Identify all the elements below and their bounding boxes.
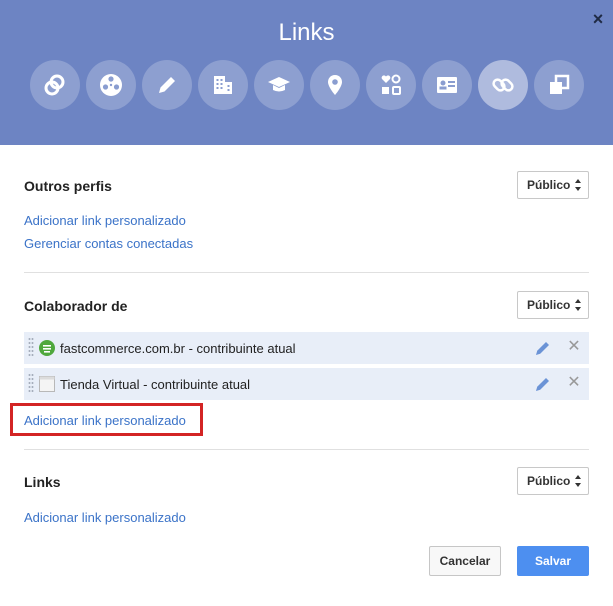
section-title-contributor: Colaborador de	[24, 298, 128, 314]
contributor-row[interactable]: fastcommerce.com.br - contribuinte atual…	[24, 332, 589, 364]
divider	[24, 272, 589, 273]
film-reel-icon[interactable]	[86, 60, 136, 110]
edit-pencil-icon[interactable]	[534, 339, 552, 357]
map-pin-icon[interactable]	[310, 60, 360, 110]
fastcommerce-favicon-icon	[39, 340, 55, 356]
visibility-value: Público	[527, 474, 571, 488]
visibility-value: Público	[527, 298, 571, 312]
drag-handle-icon[interactable]	[28, 337, 34, 359]
visibility-value: Público	[527, 178, 571, 192]
section-title-other-profiles: Outros perfis	[24, 178, 112, 194]
overlapping-squares-icon[interactable]	[534, 60, 584, 110]
dialog-header: Links ×	[0, 0, 613, 145]
divider	[24, 449, 589, 450]
contributor-row[interactable]: Tienda Virtual - contribuinte atual ✕	[24, 368, 589, 400]
select-arrows-icon	[575, 179, 581, 191]
add-custom-link-other-profiles[interactable]: Adicionar link personalizado	[24, 213, 186, 228]
add-custom-link-links[interactable]: Adicionar link personalizado	[24, 510, 186, 525]
relationship-icon[interactable]	[366, 60, 416, 110]
circles-icon[interactable]	[30, 60, 80, 110]
pencil-icon[interactable]	[142, 60, 192, 110]
highlight-annotation	[10, 403, 203, 436]
section-title-links: Links	[24, 474, 61, 490]
page-favicon-icon	[39, 376, 55, 392]
manage-connected-accounts-link[interactable]: Gerenciar contas conectadas	[24, 236, 193, 251]
graduation-cap-icon[interactable]	[254, 60, 304, 110]
link-chain-icon[interactable]	[478, 60, 528, 110]
select-arrows-icon	[575, 299, 581, 311]
building-icon[interactable]	[198, 60, 248, 110]
contributor-label: fastcommerce.com.br - contribuinte atual	[60, 341, 296, 356]
remove-icon[interactable]: ✕	[565, 374, 583, 392]
visibility-select-links[interactable]: Público	[517, 467, 589, 495]
select-arrows-icon	[575, 475, 581, 487]
edit-pencil-icon[interactable]	[534, 375, 552, 393]
save-button[interactable]: Salvar	[517, 546, 589, 576]
drag-handle-icon[interactable]	[28, 373, 34, 395]
close-button[interactable]: ×	[588, 8, 608, 30]
dialog-title: Links	[278, 19, 335, 46]
visibility-select-other-profiles[interactable]: Público	[517, 171, 589, 199]
contributor-label: Tienda Virtual - contribuinte atual	[60, 377, 251, 392]
remove-icon[interactable]: ✕	[565, 338, 583, 356]
visibility-select-contributor[interactable]: Público	[517, 291, 589, 319]
contact-card-icon[interactable]	[422, 60, 472, 110]
cancel-button[interactable]: Cancelar	[429, 546, 501, 576]
